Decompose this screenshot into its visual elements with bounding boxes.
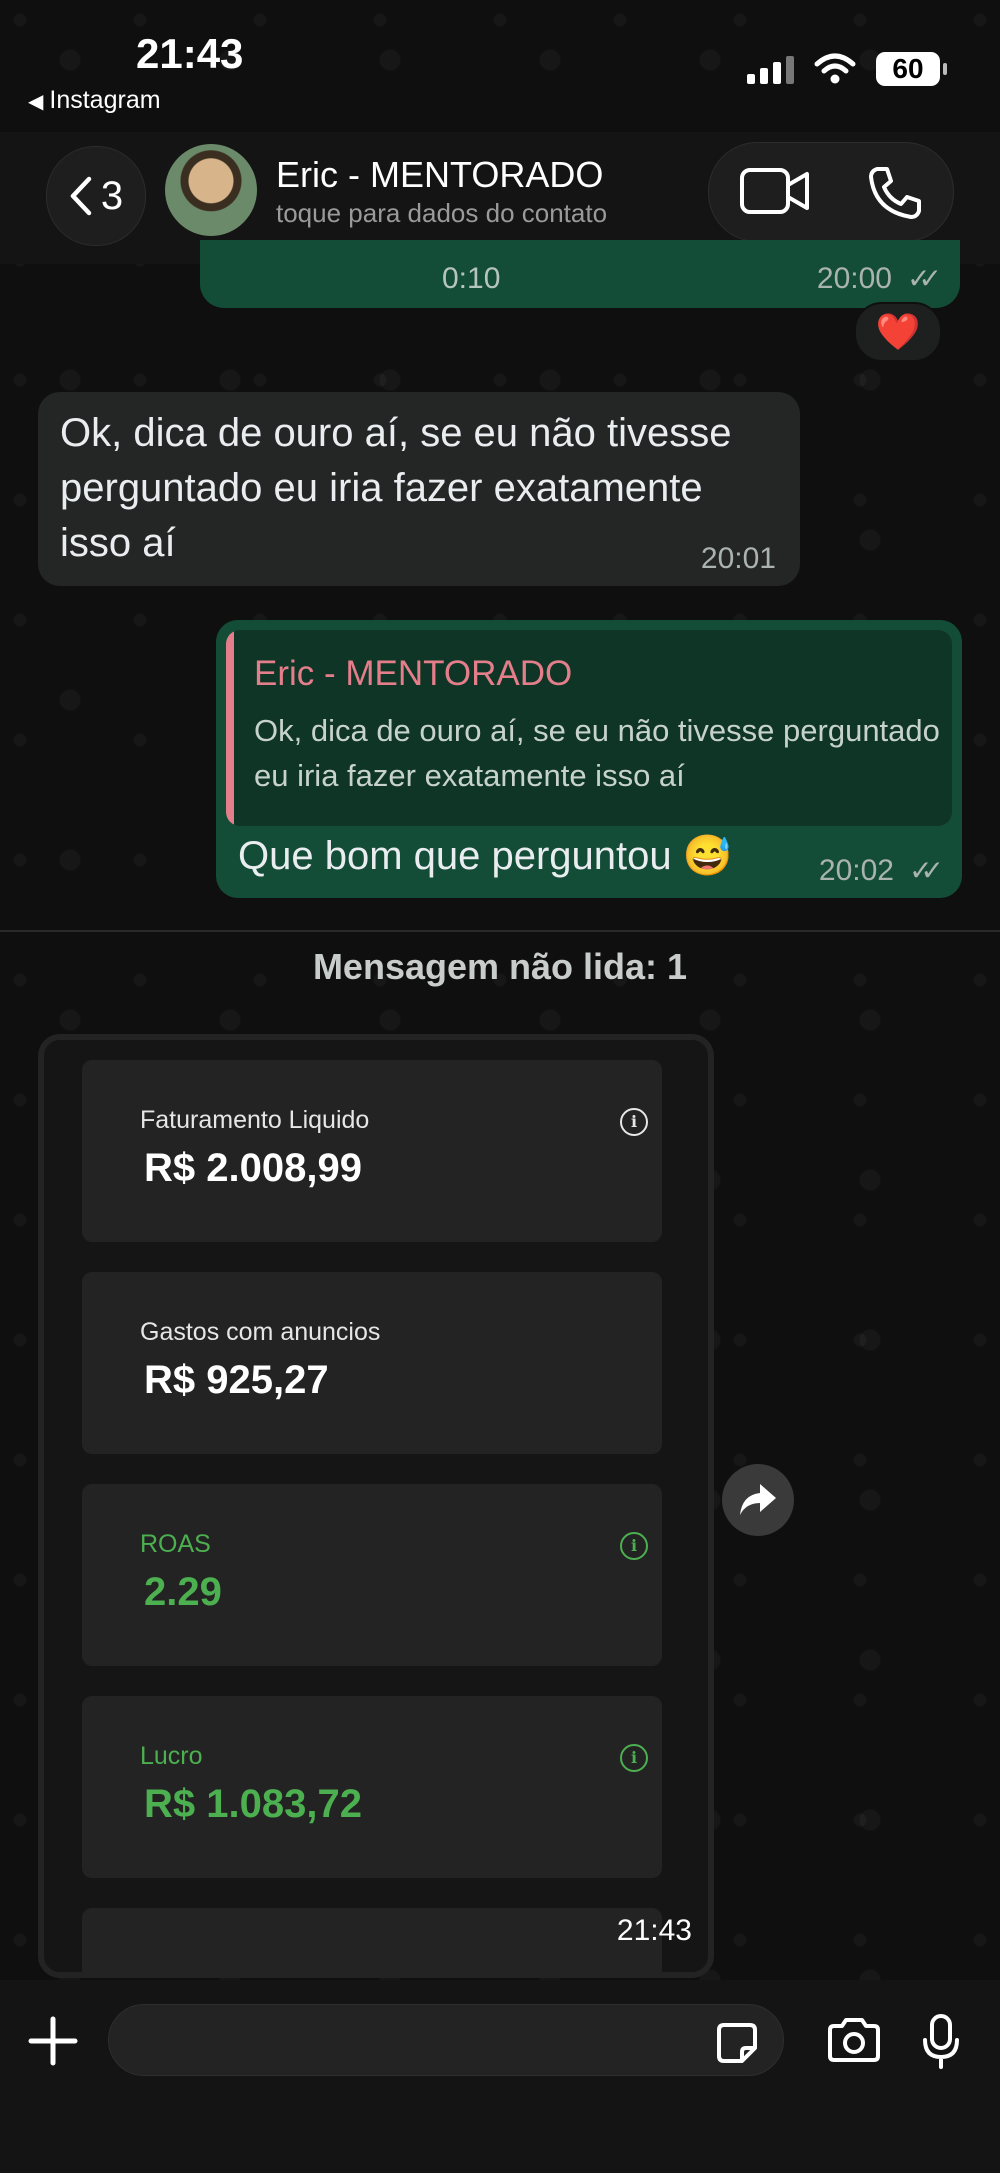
- audio-message[interactable]: 0:10 20:00 ✓✓: [200, 240, 960, 308]
- back-button[interactable]: 3: [46, 146, 146, 246]
- contact-subtitle[interactable]: toque para dados do contato: [276, 198, 607, 229]
- unread-divider: [0, 930, 1000, 932]
- quoted-sender: Eric - MENTORADO: [254, 654, 573, 693]
- status-icons: 60: [747, 52, 947, 86]
- camera-icon[interactable]: [826, 2016, 882, 2064]
- message-text: Ok, dica de ouro aí, se eu não tivesse p…: [60, 411, 732, 565]
- status-time: 21:43: [136, 30, 244, 77]
- info-icon: i: [620, 1532, 648, 1560]
- metric-label: Faturamento Liquido: [140, 1106, 370, 1134]
- message-time: 21:43: [616, 1914, 692, 1947]
- message-time: 20:02: [818, 854, 894, 887]
- sticker-icon[interactable]: [716, 2022, 758, 2064]
- metric-card: Gastos com anuncios R$ 925,27: [82, 1272, 662, 1454]
- message-time: 20:00: [816, 262, 892, 295]
- metric-label: Gastos com anuncios: [140, 1318, 381, 1346]
- forward-button[interactable]: [722, 1464, 794, 1536]
- metric-label: Lucro: [140, 1742, 203, 1770]
- metric-card: ROAS i 2.29: [82, 1484, 662, 1666]
- message-input[interactable]: [108, 2004, 784, 2076]
- metric-card: Faturamento Liquido i R$ 2.008,99: [82, 1060, 662, 1242]
- message-text: Que bom que perguntou 😅: [238, 834, 733, 878]
- info-icon: i: [620, 1108, 648, 1136]
- voice-call-icon[interactable]: [867, 165, 923, 221]
- back-triangle-icon: ◀: [28, 91, 44, 113]
- forward-arrow-icon: [740, 1484, 776, 1515]
- unread-count: 3: [100, 173, 124, 218]
- metric-value: 2.29: [144, 1570, 222, 1614]
- metric-label: ROAS: [140, 1530, 211, 1558]
- microphone-icon[interactable]: [922, 2014, 960, 2070]
- heart-icon: ❤️: [875, 311, 921, 352]
- contact-name[interactable]: Eric - MENTORADO: [276, 154, 603, 196]
- unread-label: Mensagem não lida: 1: [312, 946, 688, 987]
- battery-icon: 60: [876, 52, 947, 86]
- info-icon: i: [620, 1744, 648, 1772]
- metric-value: R$ 1.083,72: [144, 1782, 362, 1826]
- cellular-signal-icon: [747, 54, 794, 84]
- composer-bar: [0, 1980, 1000, 2173]
- wifi-icon: [814, 53, 856, 84]
- quote-accent-bar: [226, 630, 234, 826]
- read-ticks-icon: ✓✓: [907, 263, 942, 294]
- metric-value: R$ 2.008,99: [144, 1146, 362, 1190]
- call-actions: [708, 142, 954, 242]
- outgoing-reply-message[interactable]: Eric - MENTORADO Ok, dica de ouro aí, se…: [216, 620, 962, 898]
- metric-card-partial: [82, 1908, 662, 1972]
- read-ticks-icon: ✓✓: [909, 855, 944, 886]
- incoming-message[interactable]: Ok, dica de ouro aí, se eu não tivesse p…: [38, 392, 800, 586]
- back-app-label: Instagram: [49, 86, 161, 114]
- chevron-left-icon: [70, 176, 92, 216]
- heart-reaction[interactable]: ❤️: [854, 302, 942, 362]
- video-call-icon[interactable]: [739, 165, 811, 217]
- plus-icon[interactable]: [28, 2016, 78, 2066]
- quoted-text: Ok, dica de ouro aí, se eu não tivesse p…: [254, 713, 940, 793]
- image-message[interactable]: Faturamento Liquido i R$ 2.008,99 Gastos…: [38, 1034, 714, 1978]
- quoted-message[interactable]: Eric - MENTORADO Ok, dica de ouro aí, se…: [226, 630, 952, 826]
- metric-card: Lucro i R$ 1.083,72: [82, 1696, 662, 1878]
- metric-value: R$ 925,27: [144, 1358, 329, 1402]
- contact-avatar[interactable]: [165, 144, 257, 236]
- back-to-app-link[interactable]: ◀ Instagram: [28, 86, 161, 115]
- audio-duration: 0:10: [442, 262, 501, 295]
- message-time: 20:01: [700, 542, 776, 575]
